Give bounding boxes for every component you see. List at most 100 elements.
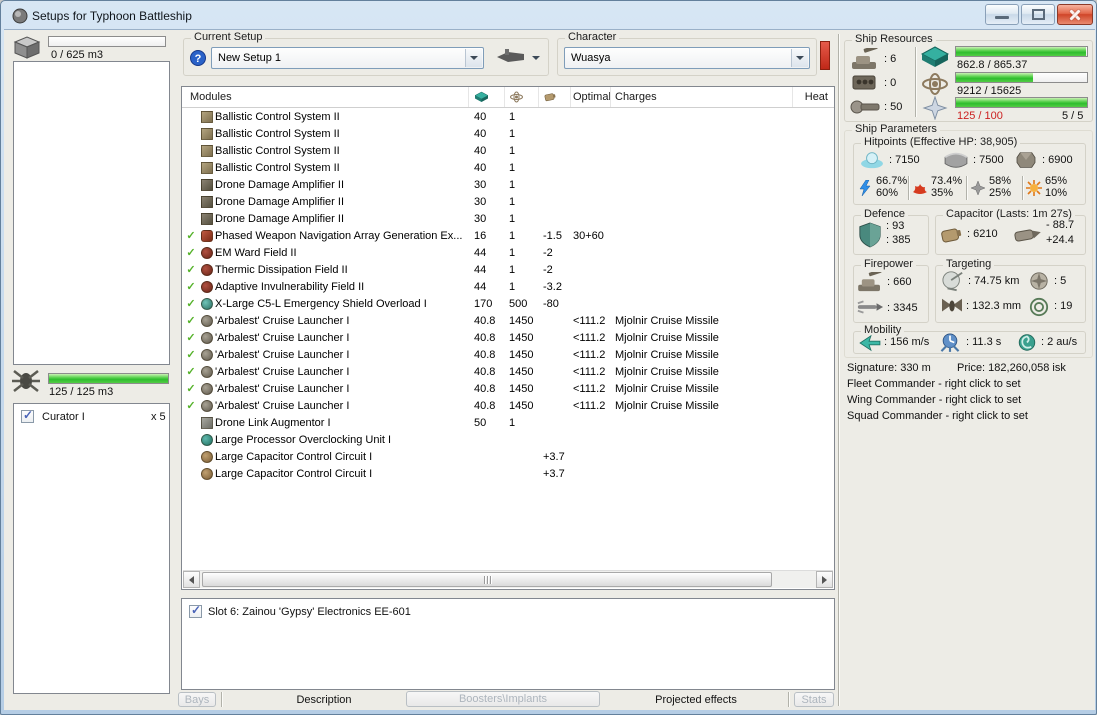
module-row[interactable]: Drone Damage Amplifier II 30 1 <box>183 193 833 210</box>
module-icon <box>201 433 213 446</box>
chevron-down-icon[interactable] <box>465 49 482 67</box>
module-cpu: 50 <box>474 416 487 429</box>
max-targets-value: : 5 <box>1054 275 1067 287</box>
powergrid-icon <box>920 72 950 96</box>
capacitor-column-header[interactable] <box>538 87 570 107</box>
shield-hp-value: : 7150 <box>889 154 920 166</box>
module-cpu: 40.8 <box>474 331 496 344</box>
module-row[interactable]: ✓ 'Arbalest' Cruise Launcher I 40.8 1450… <box>183 329 833 346</box>
cap-booster-icon <box>1012 223 1042 247</box>
module-name: Thermic Dissipation Field II <box>215 263 348 276</box>
fleet-commander-label[interactable]: Fleet Commander - right click to set <box>847 378 1021 390</box>
drone-list-item[interactable]: Curator I x 5 <box>14 408 169 427</box>
module-row[interactable]: Large Capacitor Control Circuit I +3.7 <box>183 465 833 482</box>
optimal-column-header[interactable]: Optimal <box>570 87 611 107</box>
capacitor-group: Capacitor (Lasts: 1m 27s) : 6210 - 88.7 … <box>935 208 1086 255</box>
module-row[interactable]: Ballistic Control System II 40 1 <box>183 142 833 159</box>
scrollbar-track[interactable] <box>200 571 816 588</box>
module-row[interactable]: Large Capacitor Control Circuit I +3.7 <box>183 448 833 465</box>
module-icon <box>201 144 213 157</box>
module-icon <box>201 263 213 276</box>
capacitor-battery-icon <box>940 224 964 246</box>
module-row[interactable]: Ballistic Control System II 40 1 <box>183 159 833 176</box>
description-tab[interactable]: Description <box>244 694 404 706</box>
module-row[interactable]: Large Processor Overclocking Unit I <box>183 431 833 448</box>
module-name: Drone Damage Amplifier II <box>215 195 344 208</box>
ship-menu-icon[interactable] <box>496 48 526 66</box>
module-row[interactable]: ✓ Thermic Dissipation Field II 44 1 -2 <box>183 261 833 278</box>
implant-checkbox[interactable] <box>189 603 202 618</box>
module-cpu: 40.8 <box>474 348 496 361</box>
module-powergrid: 1 <box>509 110 516 123</box>
module-row[interactable]: ✓ 'Arbalest' Cruise Launcher I 40.8 1450… <box>183 397 833 414</box>
drone-list[interactable]: Curator I x 5 <box>13 403 170 694</box>
module-row[interactable]: Ballistic Control System II 40 1 <box>183 125 833 142</box>
fitted-check-icon: ✓ <box>186 230 196 242</box>
module-cap-use: -2 <box>543 246 553 259</box>
module-row[interactable]: ✓ X-Large C5-L Emergency Shield Overload… <box>183 295 833 312</box>
modules-column-header[interactable]: Modules <box>182 87 468 107</box>
bays-button[interactable]: Bays <box>178 692 216 707</box>
module-icon <box>201 178 213 191</box>
ship-menu-chevron-icon[interactable] <box>532 56 540 60</box>
current-setup-label: Current Setup <box>191 31 266 43</box>
module-charges: Mjolnir Cruise Missile <box>615 348 719 361</box>
scan-resolution-icon <box>1029 297 1049 317</box>
implant-row[interactable]: Slot 6: Zainou 'Gypsy' Electronics EE-60… <box>182 603 834 622</box>
character-select[interactable]: Wuasya <box>564 47 810 69</box>
scroll-right-button[interactable] <box>816 571 833 588</box>
minimize-button[interactable] <box>985 4 1019 25</box>
fitted-check-icon: ✓ <box>186 264 196 276</box>
module-icon <box>201 161 213 174</box>
cpu-column-header[interactable] <box>468 87 504 107</box>
module-row[interactable]: ✓ 'Arbalest' Cruise Launcher I 40.8 1450… <box>183 312 833 329</box>
module-row[interactable]: ✓ 'Arbalest' Cruise Launcher I 40.8 1450… <box>183 346 833 363</box>
module-row[interactable]: ✓ 'Arbalest' Cruise Launcher I 40.8 1450… <box>183 363 833 380</box>
horizontal-scrollbar[interactable] <box>183 570 833 588</box>
powergrid-column-header[interactable] <box>504 87 538 107</box>
titlebar[interactable]: Setups for Typhoon Battleship <box>4 3 1093 29</box>
modules-header: Modules Optimal Charges Heat <box>182 87 834 108</box>
module-row[interactable]: ✓ Phased Weapon Navigation Array Generat… <box>183 227 833 244</box>
module-row[interactable]: Ballistic Control System II 40 1 <box>183 108 833 125</box>
firepower-title: Firepower <box>861 258 916 270</box>
module-row[interactable]: Drone Damage Amplifier II 30 1 <box>183 210 833 227</box>
charges-column-header[interactable]: Charges <box>610 87 792 107</box>
turret-hardpoints-icon <box>850 48 880 70</box>
module-charges: Mjolnir Cruise Missile <box>615 399 719 412</box>
character-status-indicator <box>820 41 830 70</box>
module-row[interactable]: ✓ EM Ward Field II 44 1 -2 <box>183 244 833 261</box>
chevron-down-icon[interactable] <box>791 49 808 67</box>
help-icon[interactable] <box>190 50 206 66</box>
module-row[interactable]: Drone Damage Amplifier II 30 1 <box>183 176 833 193</box>
setup-select[interactable]: New Setup 1 <box>211 47 484 69</box>
module-optimal: <111.2 <box>573 399 606 412</box>
module-icon <box>201 246 213 259</box>
ship-parameters-title: Ship Parameters <box>852 123 940 135</box>
heat-column-header[interactable]: Heat <box>792 87 834 107</box>
module-powergrid: 500 <box>509 297 528 310</box>
projected-effects-tab[interactable]: Projected effects <box>616 694 776 706</box>
drone-checkbox[interactable] <box>21 408 34 423</box>
close-button[interactable] <box>1057 4 1093 25</box>
kinetic-resist-icon <box>970 180 986 196</box>
powergrid-text: 9212 / 15625 <box>957 85 1022 97</box>
module-row[interactable]: Drone Link Augmentor I 50 1 <box>183 414 833 431</box>
module-row[interactable]: ✓ Adaptive Invulnerability Field II 44 1… <box>183 278 833 295</box>
scrollbar-thumb[interactable] <box>202 572 772 587</box>
module-row[interactable]: ✓ 'Arbalest' Cruise Launcher I 40.8 1450… <box>183 380 833 397</box>
module-cap-use: -3.2 <box>543 280 562 293</box>
fitted-check-icon: ✓ <box>186 366 196 378</box>
scroll-left-button[interactable] <box>183 571 200 588</box>
module-powergrid: 1450 <box>509 365 534 378</box>
wing-commander-label[interactable]: Wing Commander - right click to set <box>847 394 1021 406</box>
squad-commander-label[interactable]: Squad Commander - right click to set <box>847 410 1028 422</box>
boosters-implants-button[interactable]: Boosters\Implants <box>406 691 600 707</box>
kinetic-resist-shield: 58% <box>989 175 1012 187</box>
stats-button[interactable]: Stats <box>794 692 834 707</box>
defence-title: Defence <box>861 208 908 220</box>
module-cap-use: -80 <box>543 297 559 310</box>
cargo-capacity-bar <box>48 36 166 47</box>
restore-button[interactable] <box>1021 4 1055 25</box>
cargo-list[interactable] <box>13 61 170 365</box>
